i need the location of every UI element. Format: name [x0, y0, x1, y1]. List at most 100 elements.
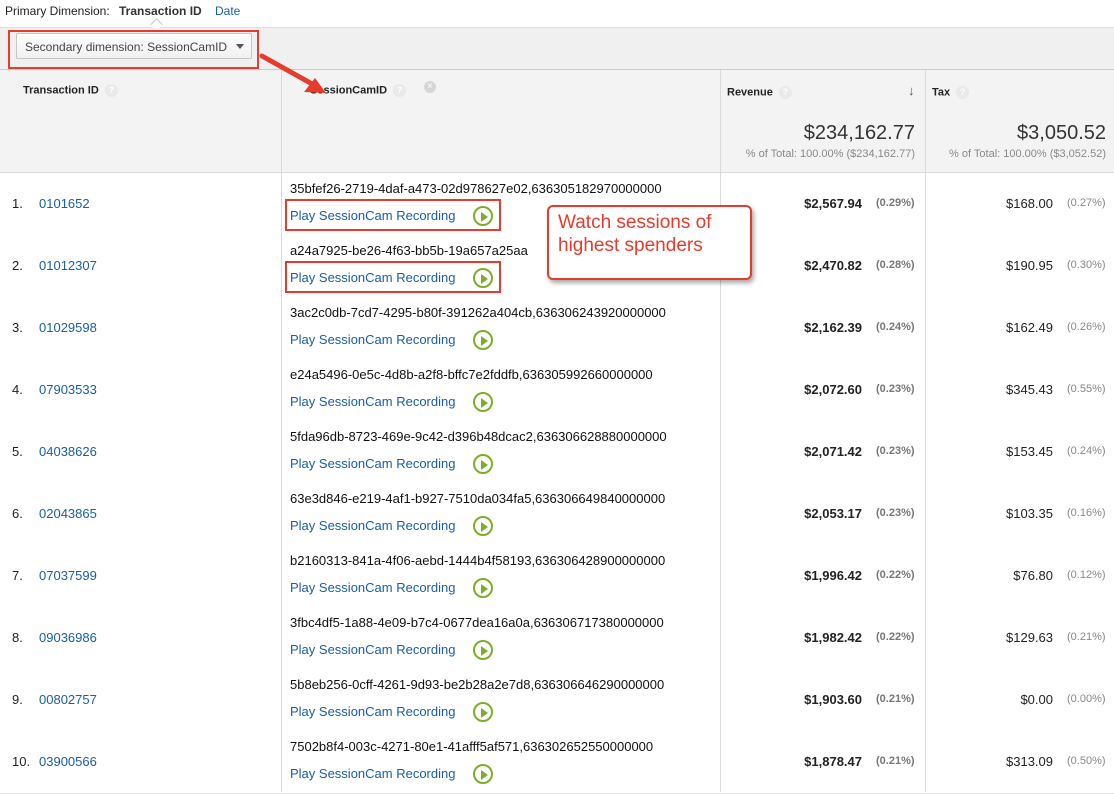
help-icon[interactable]: ?: [393, 84, 407, 97]
tax-value: $162.49: [1006, 320, 1053, 335]
revenue-value: $2,162.39: [804, 320, 862, 335]
play-icon[interactable]: [473, 764, 493, 784]
tax-value: $345.43: [1006, 382, 1053, 397]
remove-secondary-dimension-icon[interactable]: ×: [424, 81, 436, 93]
transaction-id-link[interactable]: 01029598: [39, 320, 97, 335]
sessioncam-id: 35bfef26-2719-4daf-a473-02d978627e02,636…: [290, 181, 662, 196]
primary-dimension-bar: Primary Dimension: Transaction ID Date: [0, 0, 1114, 31]
play-icon[interactable]: [473, 330, 493, 350]
transaction-id-link[interactable]: 07903533: [39, 382, 97, 397]
play-sessioncam-recording-link[interactable]: Play SessionCam Recording: [290, 456, 455, 471]
sessioncam-id: 7502b8f4-003c-4271-80e1-41afff5af571,636…: [290, 739, 654, 754]
tax-total: $3,050.52: [1017, 122, 1106, 144]
secondary-dimension-highlight: [8, 30, 259, 69]
sessioncam-id: b2160313-841a-4f06-aebd-1444b4f58193,636…: [290, 553, 666, 568]
transaction-id-link[interactable]: 00802757: [39, 692, 97, 707]
transaction-id-link[interactable]: 0101652: [39, 196, 90, 211]
column-header-tax[interactable]: Tax?: [932, 86, 970, 99]
play-icon[interactable]: [473, 516, 493, 536]
column-header-revenue[interactable]: Revenue?: [727, 86, 792, 99]
tax-percent: (0.26%): [1067, 321, 1106, 333]
table-row: 10. 03900566 7502b8f4-003c-4271-80e1-41aff…: [0, 731, 1114, 794]
tax-value: $168.00: [1006, 196, 1053, 211]
sessioncam-id: e24a5496-0e5c-4d8b-a2f8-bffc7e2fddfb,636…: [290, 367, 653, 382]
column-divider: [925, 70, 926, 792]
row-index: 10.: [12, 754, 31, 769]
play-sessioncam-recording-link[interactable]: Play SessionCam Recording: [290, 394, 455, 409]
row-index: 5.: [12, 444, 23, 459]
transaction-id-link[interactable]: 03900566: [39, 754, 97, 769]
tax-percent: (0.00%): [1067, 693, 1106, 705]
revenue-value: $2,470.82: [804, 258, 862, 273]
row-index: 9.: [12, 692, 23, 707]
help-icon[interactable]: ?: [956, 86, 970, 99]
revenue-percent: (0.22%): [876, 631, 915, 643]
primary-dimension-label: Primary Dimension:: [5, 4, 110, 18]
sessioncam-id: 5fda96db-8723-469e-9c42-d396b48dcac2,636…: [290, 429, 667, 444]
play-sessioncam-recording-link[interactable]: Play SessionCam Recording: [290, 766, 455, 781]
tax-value: $103.35: [1006, 506, 1053, 521]
row-index: 3.: [12, 320, 23, 335]
tax-percent: (0.24%): [1067, 445, 1106, 457]
revenue-percent: (0.23%): [876, 445, 915, 457]
row-index: 7.: [12, 568, 23, 583]
table-row: 9. 00802757 5b8eb256-0cff-4261-9d93-be2b28…: [0, 669, 1114, 732]
tax-value: $76.80: [1013, 568, 1053, 583]
tax-value: $313.09: [1006, 754, 1053, 769]
sessioncam-id: 3fbc4df5-1a88-4e09-b7c4-0677dea16a0a,636…: [290, 615, 664, 630]
play-icon[interactable]: [473, 578, 493, 598]
tax-percent: (0.30%): [1067, 259, 1106, 271]
transaction-id-link[interactable]: 07037599: [39, 568, 97, 583]
column-header-transaction-id[interactable]: Transaction ID?: [23, 84, 118, 97]
table-row: 3. 01029598 3ac2c0db-7cd7-4295-b80f-391262…: [0, 297, 1114, 360]
tax-total-percent: % of Total: 100.00% ($3,052.52): [949, 148, 1106, 160]
tax-percent: (0.50%): [1067, 755, 1106, 767]
row-index: 1.: [12, 196, 23, 211]
help-icon[interactable]: ?: [778, 86, 792, 99]
transaction-id-link[interactable]: 02043865: [39, 506, 97, 521]
revenue-value: $2,071.42: [804, 444, 862, 459]
table-row: 4. 07903533 e24a5496-0e5c-4d8b-a2f8-bffc7e…: [0, 359, 1114, 422]
table-row: 8. 09036986 3fbc4df5-1a88-4e09-b7c4-0677de…: [0, 607, 1114, 670]
tax-percent: (0.27%): [1067, 197, 1106, 209]
play-sessioncam-recording-link[interactable]: Play SessionCam Recording: [290, 518, 455, 533]
revenue-total-percent: % of Total: 100.00% ($234,162.77): [745, 148, 915, 160]
revenue-total: $234,162.77: [803, 122, 915, 144]
table-row: 7. 07037599 b2160313-841a-4f06-aebd-1444b4…: [0, 545, 1114, 608]
sort-descending-icon[interactable]: ↓: [908, 83, 915, 98]
tax-percent: (0.12%): [1067, 569, 1106, 581]
play-icon[interactable]: [473, 454, 493, 474]
callout-line-1: Watch sessions of: [558, 212, 712, 233]
primary-dimension-date-link[interactable]: Date: [215, 4, 240, 18]
tax-value: $129.63: [1006, 630, 1053, 645]
play-sessioncam-recording-link[interactable]: Play SessionCam Recording: [290, 332, 455, 347]
revenue-percent: (0.21%): [876, 755, 915, 767]
revenue-value: $1,903.60: [804, 692, 862, 707]
table-row: 6. 02043865 63e3d846-e219-4af1-b927-7510da…: [0, 483, 1114, 546]
revenue-percent: (0.22%): [876, 569, 915, 581]
play-icon[interactable]: [473, 640, 493, 660]
revenue-percent: (0.29%): [876, 197, 915, 209]
sessioncam-id: a24a7925-be26-4f63-bb5b-19a657a25aa: [290, 243, 528, 258]
row-index: 4.: [12, 382, 23, 397]
revenue-percent: (0.21%): [876, 693, 915, 705]
help-icon[interactable]: ?: [104, 84, 118, 97]
transaction-id-link[interactable]: 09036986: [39, 630, 97, 645]
play-sessioncam-recording-link[interactable]: Play SessionCam Recording: [290, 580, 455, 595]
play-icon[interactable]: [473, 392, 493, 412]
totals-row: $234,162.77 % of Total: 100.00% ($234,16…: [0, 111, 1114, 173]
column-divider: [281, 70, 282, 792]
play-sessioncam-recording-link[interactable]: Play SessionCam Recording: [290, 704, 455, 719]
tax-percent: (0.16%): [1067, 507, 1106, 519]
revenue-value: $1,996.42: [804, 568, 862, 583]
transaction-id-link[interactable]: 04038626: [39, 444, 97, 459]
tax-value: $0.00: [1020, 692, 1053, 707]
sessioncam-id: 5b8eb256-0cff-4261-9d93-be2b28a2e7d8,636…: [290, 677, 665, 692]
revenue-value: $2,567.94: [804, 196, 862, 211]
transaction-id-link[interactable]: 01012307: [39, 258, 97, 273]
tax-value: $153.45: [1006, 444, 1053, 459]
primary-dimension-transaction-id[interactable]: Transaction ID: [119, 4, 202, 18]
play-sessioncam-recording-link[interactable]: Play SessionCam Recording: [290, 642, 455, 657]
play-recording-highlight: [285, 199, 501, 231]
play-icon[interactable]: [473, 702, 493, 722]
